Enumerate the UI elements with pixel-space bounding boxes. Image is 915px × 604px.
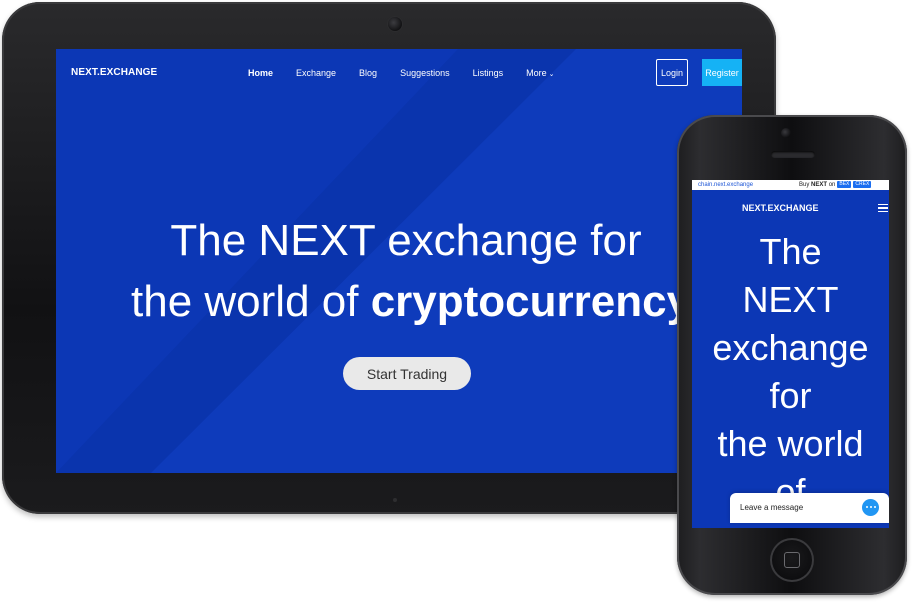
ticker-bar: chain.next.exchange Buy NEXT on BEX CREX xyxy=(692,180,889,190)
phone-hero-line: NEXT xyxy=(742,279,839,320)
ticker-link[interactable]: chain.next.exchange xyxy=(698,180,753,190)
chat-widget[interactable]: Leave a message xyxy=(730,493,889,523)
tablet-camera xyxy=(388,17,402,31)
nav-item-more-label: More xyxy=(526,68,547,78)
tablet-device: NEXT.EXCHANGE Home Exchange Blog Suggest… xyxy=(2,2,776,514)
phone-home-button[interactable] xyxy=(770,538,814,582)
phone-camera xyxy=(781,128,791,138)
chevron-down-icon: ⌄ xyxy=(548,71,555,78)
tablet-home-dot xyxy=(393,498,397,502)
home-square-icon xyxy=(784,552,800,568)
ticker-buy-text: Buy NEXT on BEX CREX xyxy=(799,180,872,190)
nav-item-listings[interactable]: Listings xyxy=(473,68,504,78)
hero-line2-prefix: the world of xyxy=(131,277,371,326)
phone-hero-line: The xyxy=(759,231,822,272)
phone-screen: chain.next.exchange Buy NEXT on BEX CREX N… xyxy=(692,180,889,528)
chat-bubble-icon[interactable] xyxy=(862,499,879,516)
nav-item-home[interactable]: Home xyxy=(248,68,273,78)
register-button[interactable]: Register xyxy=(702,59,742,86)
nav-item-exchange[interactable]: Exchange xyxy=(296,68,336,78)
phone-hero-line: the world xyxy=(717,423,864,464)
ticker-buy-bold: NEXT xyxy=(811,182,828,188)
top-navbar: NEXT.EXCHANGE Home Exchange Blog Suggest… xyxy=(56,49,742,97)
nav-menu: Home Exchange Blog Suggestions Listings … xyxy=(248,68,578,78)
phone-speaker xyxy=(771,151,815,158)
badge-bex[interactable]: BEX xyxy=(837,181,852,188)
nav-item-more[interactable]: More ⌄ xyxy=(526,68,554,78)
phone-device: chain.next.exchange Buy NEXT on BEX CREX N… xyxy=(677,115,907,595)
phone-hero-line: exchange xyxy=(712,327,869,368)
badge-crex[interactable]: CREX xyxy=(853,181,872,188)
phone-hero-line: for xyxy=(769,375,812,416)
brand-logo[interactable]: NEXT.EXCHANGE xyxy=(71,67,157,78)
hero-heading-line1: The NEXT exchange for xyxy=(170,216,642,265)
phone-hero-heading: The NEXT exchange for the world of xyxy=(692,228,889,516)
ticker-buy-suffix: on xyxy=(827,182,836,188)
start-trading-button[interactable]: Start Trading xyxy=(343,357,471,390)
nav-item-blog[interactable]: Blog xyxy=(359,68,377,78)
nav-item-suggestions[interactable]: Suggestions xyxy=(400,68,450,78)
login-button[interactable]: Login xyxy=(656,59,688,86)
phone-brand-logo[interactable]: NEXT.EXCHANGE xyxy=(742,203,819,213)
hamburger-menu-icon[interactable] xyxy=(878,204,888,212)
hero-line2-bold: cryptocurrency xyxy=(370,277,692,326)
hero-heading-line2: the world of cryptocurrency xyxy=(131,277,697,327)
ticker-buy-prefix: Buy xyxy=(799,182,812,188)
tablet-screen: NEXT.EXCHANGE Home Exchange Blog Suggest… xyxy=(56,49,742,473)
chat-label: Leave a message xyxy=(740,503,804,512)
